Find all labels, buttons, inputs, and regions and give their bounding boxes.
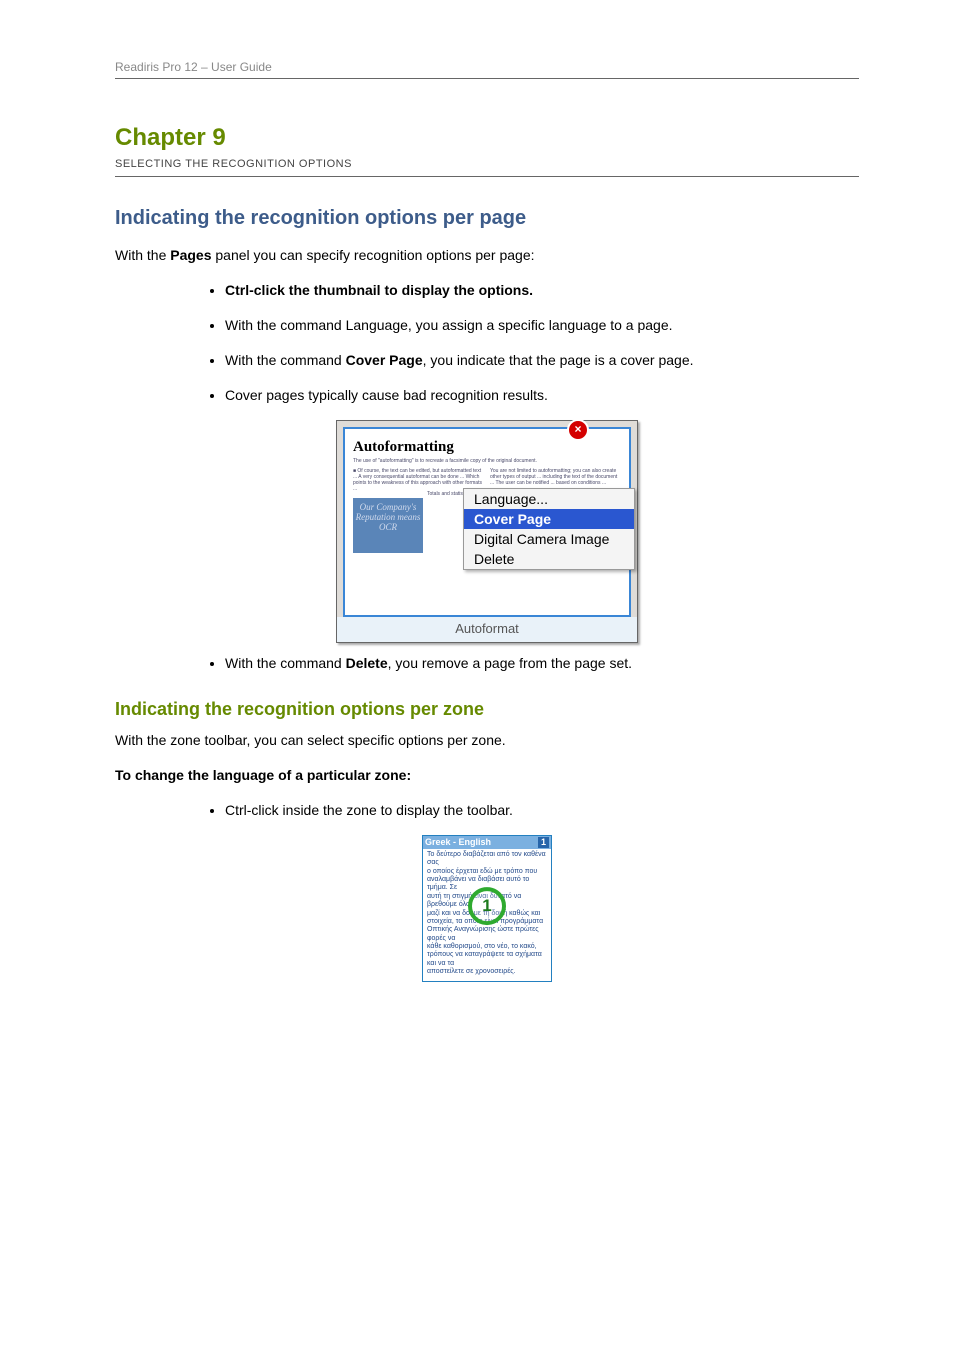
screenshot-zone-toolbar: Greek - English 1 Το δεύτερο διαβάζεται …: [422, 835, 552, 982]
chapter-title: Chapter 9: [115, 124, 859, 152]
menu-item-delete[interactable]: Delete: [464, 549, 634, 569]
recycle-icon[interactable]: 1: [468, 887, 506, 925]
zone-language-label: Greek - English: [425, 837, 491, 848]
subsection-heading: Indicating the recognition options per z…: [115, 699, 859, 720]
bullet-list: Ctrl-click inside the zone to display th…: [115, 800, 859, 821]
list-item: Ctrl-click inside the zone to display th…: [225, 800, 859, 821]
menu-item-digital-camera[interactable]: Digital Camera Image: [464, 529, 634, 549]
section-heading-1: Indicating the recognition options per p…: [115, 207, 859, 230]
list-item: With the command Cover Page, you indicat…: [225, 350, 859, 371]
thumbnail-label: Autoformat: [337, 617, 637, 642]
header-left: Readiris Pro 12 – User Guide: [115, 60, 272, 74]
list-item: With the command Language, you assign a …: [225, 315, 859, 336]
list-item: With the command Delete, you remove a pa…: [225, 653, 859, 674]
paragraph: With the Pages panel you can specify rec…: [115, 245, 859, 266]
chapter-subtitle: SELECTING THE RECOGNITION OPTIONS: [115, 158, 859, 177]
page: Readiris Pro 12 – User Guide Chapter 9 S…: [0, 0, 954, 1042]
zone-number-badge: 1: [538, 837, 549, 848]
mock-title: Autoformatting: [353, 439, 621, 456]
page-header: Readiris Pro 12 – User Guide: [115, 60, 859, 79]
mock-graphic: Our Company's Reputation means OCR: [353, 498, 423, 553]
bullet-list: Ctrl-click the thumbnail to display the …: [115, 280, 859, 406]
context-menu: Language... Cover Page Digital Camera Im…: [463, 488, 635, 570]
close-icon[interactable]: ×: [567, 419, 589, 441]
paragraph: With the zone toolbar, you can select sp…: [115, 730, 859, 751]
thumbnail-page[interactable]: × Autoformatting The use of "autoformatt…: [343, 427, 631, 617]
paragraph: To change the language of a particular z…: [115, 765, 859, 786]
bullet-list: With the command Delete, you remove a pa…: [115, 653, 859, 674]
zone-toolbar[interactable]: Greek - English 1: [423, 836, 551, 849]
screenshot-context-menu: × Autoformatting The use of "autoformatt…: [336, 420, 638, 643]
menu-item-language[interactable]: Language...: [464, 489, 634, 509]
menu-item-cover-page[interactable]: Cover Page: [464, 509, 634, 529]
list-item: Cover pages typically cause bad recognit…: [225, 385, 859, 406]
list-item: Ctrl-click the thumbnail to display the …: [225, 280, 859, 301]
